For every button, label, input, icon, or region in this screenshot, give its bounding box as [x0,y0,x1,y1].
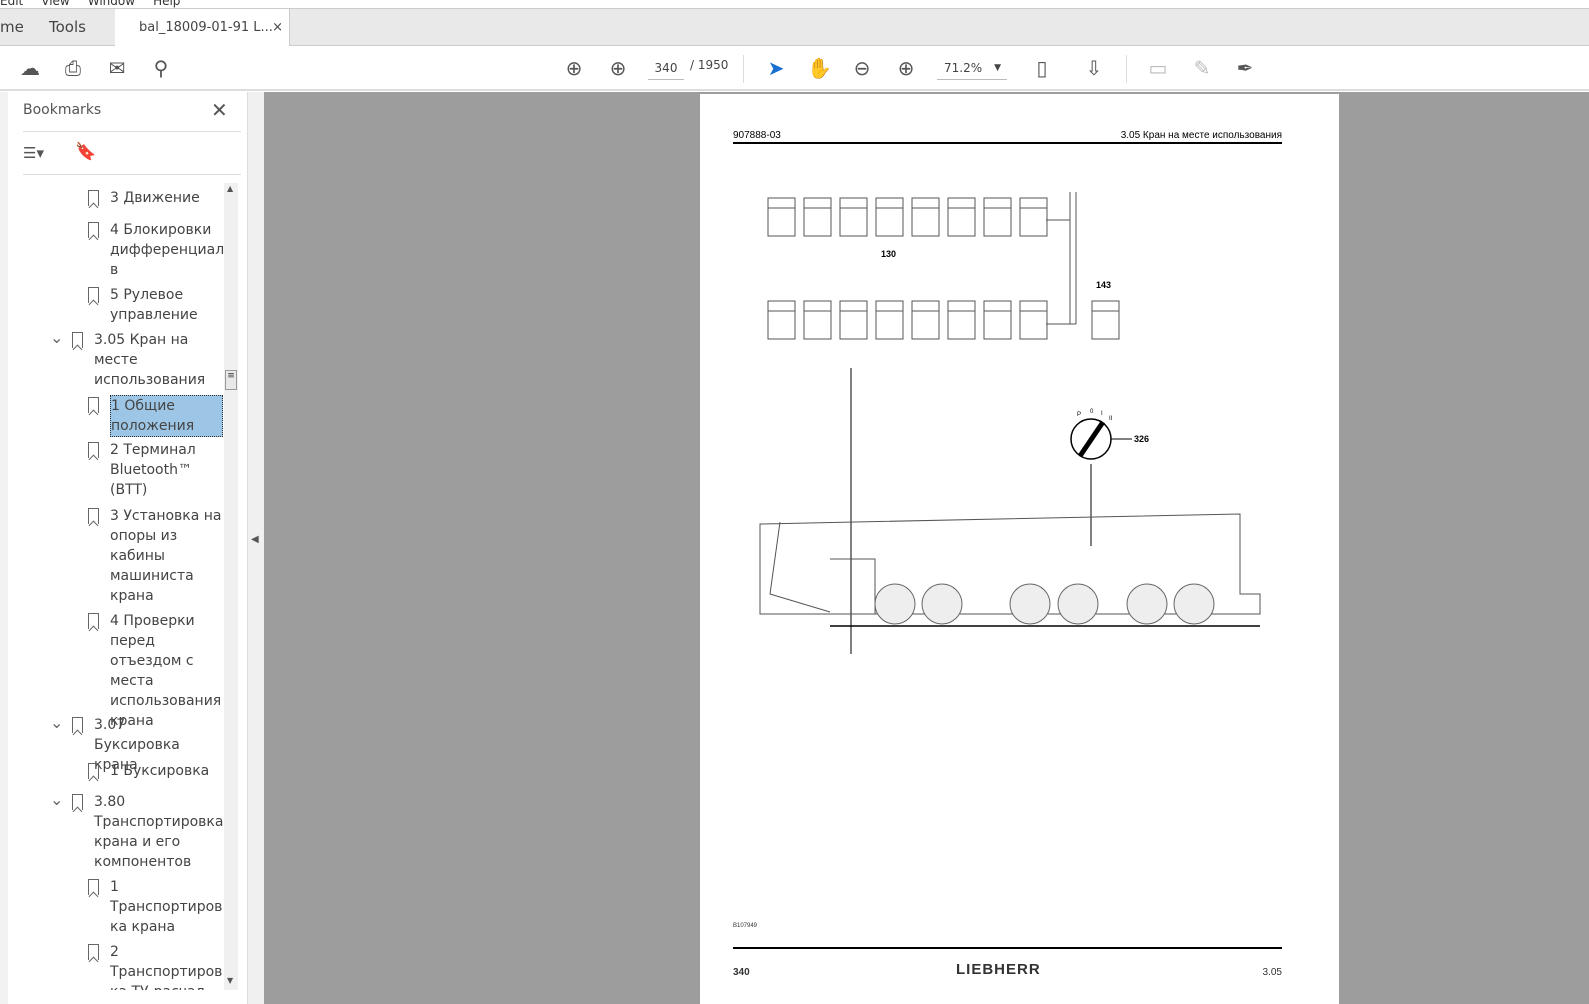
chevron-down-icon: ▼ [994,63,1001,73]
header-rule [733,142,1282,144]
bookmark-label: 2 Терминал Bluetooth™ (BTT) [110,442,196,498]
bookmarks-scrollbar[interactable] [224,183,238,990]
section-title: 3.05 Кран на месте использования [1120,130,1282,141]
section-number: 3.05 [1262,967,1282,978]
bookmark-label: 3 Установка на опоры из кабины машиниста… [110,508,222,604]
close-icon[interactable]: ✕ [211,98,228,122]
collapse-panel-icon[interactable]: ◀ [251,534,259,545]
new-bookmark-icon[interactable]: 🔖 [75,142,96,162]
chevron-down-icon[interactable]: ⌄ [50,790,63,809]
menu-view[interactable]: View [41,0,69,8]
zoom-in-icon[interactable]: ⊕ [894,56,918,80]
bookmarks-title: Bookmarks [23,102,102,118]
next-page-icon[interactable]: ⊕ [606,56,630,80]
figure-id: B107949 [733,923,758,929]
panel-splitter[interactable]: ◀ [247,92,264,1004]
bookmark-icon [88,397,99,413]
bookmark-label: 4 Проверки перед отъездом с места исполь… [110,613,222,729]
wheel [1173,583,1215,625]
wheel [921,583,963,625]
pdf-page: 907888-03 3.05 Кран на месте использован… [700,94,1339,1004]
bookmark-icon [88,944,99,960]
toolbar: ☁ ⎙ ✉ ⚲ ⊕ ⊕ 340 / 1950 ➤ ✋ ⊖ ⊕ 71.2% ▼ ▯ … [0,46,1589,91]
wheel [1009,583,1051,625]
bookmark-label: 1 Общие положения [110,395,223,437]
bookmark-icon [88,442,99,458]
wheel [1126,583,1168,625]
callout-143: 143 [1096,280,1111,290]
scroll-up-icon[interactable]: ▲ [227,184,233,193]
bookmark-icon [88,287,99,303]
menu-bar: Edit View Window Help [0,0,1589,8]
bookmark-icon [72,794,83,810]
chevron-down-icon[interactable]: ⌄ [50,713,63,732]
bookmark-icon [88,222,99,238]
bookmark-options-icon[interactable]: ☰▾ [23,144,44,162]
callout-326: 326 [1134,434,1149,444]
callout-130: 130 [881,249,896,259]
highlight-icon[interactable]: ✎ [1190,56,1214,80]
email-icon[interactable]: ✉ [105,56,129,80]
tab-home[interactable]: me [0,9,24,46]
comment-icon[interactable]: ▭ [1146,56,1170,80]
bookmark-label: 4 Блокировки дифференциало в [110,222,233,278]
switch-label-i: I [1101,411,1103,417]
zoom-select[interactable]: 71.2% ▼ [937,58,1007,80]
page-number-input[interactable]: 340 [648,58,684,80]
chevron-down-icon[interactable]: ⌄ [50,328,63,347]
bookmark-label: 3.05 Кран на месте использования [94,332,206,388]
scrollbar-thumb[interactable]: ≡ [225,370,237,390]
sign-icon[interactable]: ✒ [1233,56,1257,80]
search-icon[interactable]: ⚲ [149,56,173,80]
zoom-value: 71.2% [944,61,983,75]
liebherr-logo: LIEBHERR [956,961,1041,978]
hand-tool-icon[interactable]: ✋ [807,56,832,80]
doc-number: 907888-03 [733,130,781,141]
bookmark-icon [88,613,99,629]
previous-page-icon[interactable]: ⊕ [562,56,586,80]
switch-label-0: 0 [1090,409,1094,415]
bookmark-icon [88,763,99,779]
zoom-out-icon[interactable]: ⊖ [850,56,874,80]
bookmark-label: 3.80 Транспортировка крана и его компоне… [94,794,224,870]
scroll-mode-icon[interactable]: ⇩ [1082,56,1106,80]
crane-diagram: 130 143 326 P 0 I II [759,192,1261,654]
separator [1126,55,1127,83]
tab-tools[interactable]: Tools [49,9,86,46]
fit-page-icon[interactable]: ▯ [1030,56,1054,80]
divider [23,174,241,175]
bookmark-label: 3 Движение [110,190,200,206]
divider [23,131,241,132]
tab-document[interactable]: bal_18009-01-91 L... × [115,9,290,47]
bookmark-icon [88,190,99,206]
bookmark-icon [72,717,83,733]
close-tab-icon[interactable]: × [272,9,283,46]
page-number: 340 [733,967,750,978]
wheel [1057,583,1099,625]
separator [743,55,744,83]
footer-rule [733,947,1282,949]
menu-help[interactable]: Help [153,0,180,8]
bookmark-icon [88,879,99,895]
print-icon[interactable]: ⎙ [61,56,85,80]
menu-edit[interactable]: Edit [0,0,23,8]
menu-window[interactable]: Window [88,0,135,8]
page-total: / 1950 [690,58,729,72]
switch-label-ii: II [1109,416,1113,422]
bookmark-label: 5 Рулевое управление [110,287,198,323]
tab-document-label: bal_18009-01-91 L... [139,20,273,35]
select-cursor-icon[interactable]: ➤ [764,56,788,80]
bookmark-icon [72,332,83,348]
bookmark-label: 1 Транспортиров ка крана [110,879,223,935]
bookmark-icon [88,508,99,524]
tab-bar: me Tools bal_18009-01-91 L... × [0,8,1589,47]
bookmark-label: 1 Буксировка [110,763,210,779]
scroll-down-icon[interactable]: ▼ [227,976,233,985]
bookmark-label: 2 Транспортиров ка ТУ-расчал [110,944,223,990]
cloud-upload-icon[interactable]: ☁ [18,56,42,80]
wheel [874,583,916,625]
switch-label-p: P [1077,412,1081,418]
